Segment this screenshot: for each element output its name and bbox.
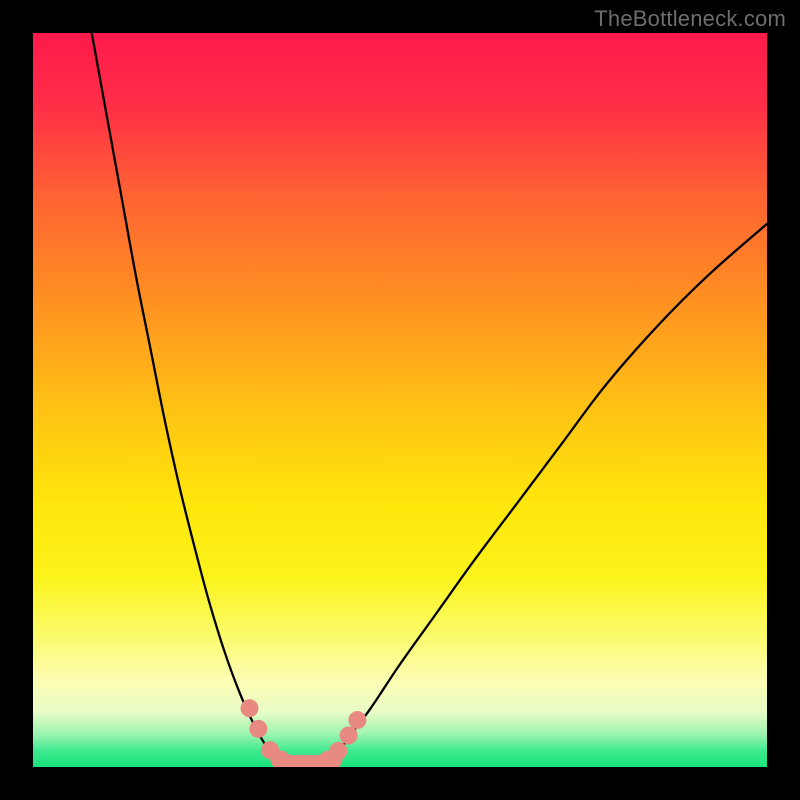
data-marker — [329, 742, 347, 760]
chart-svg — [33, 33, 767, 767]
chart-frame: TheBottleneck.com — [0, 0, 800, 800]
watermark-text: TheBottleneck.com — [594, 6, 786, 32]
plot-area — [33, 33, 767, 767]
data-marker — [241, 699, 259, 717]
data-marker — [249, 720, 267, 738]
data-marker — [340, 726, 358, 744]
curve-left-curve — [92, 33, 279, 760]
data-marker — [348, 711, 366, 729]
curve-right-curve — [334, 224, 767, 760]
